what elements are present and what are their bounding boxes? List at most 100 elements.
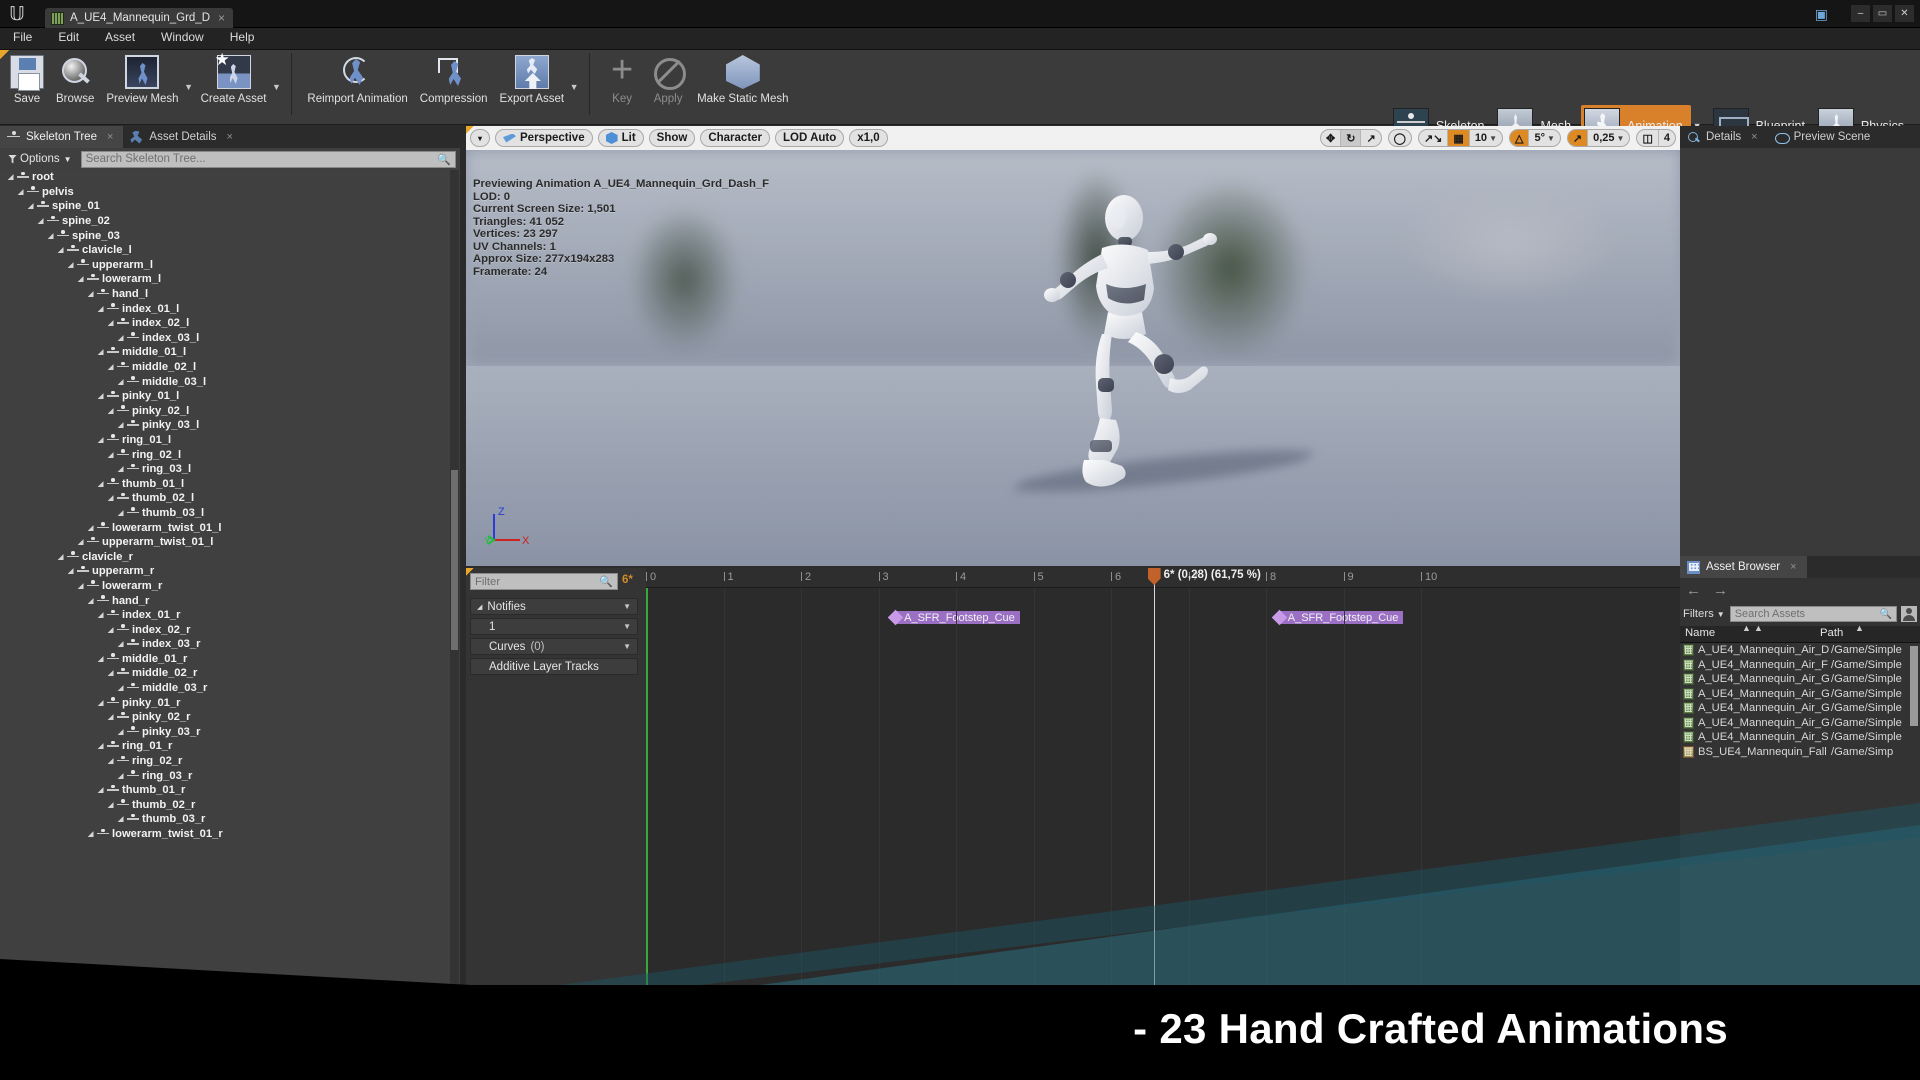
- chevron-down-icon[interactable]: ▼: [270, 82, 282, 92]
- chevron-down-icon[interactable]: ▼: [568, 82, 580, 92]
- make-static-mesh-button[interactable]: Make Static Mesh: [691, 53, 794, 107]
- playhead[interactable]: [1147, 568, 1161, 985]
- expand-triangle-icon[interactable]: ◢: [118, 772, 127, 780]
- playback-speed-button[interactable]: x1,0: [849, 129, 888, 147]
- expand-triangle-icon[interactable]: ◢: [108, 801, 117, 809]
- expand-triangle-icon[interactable]: ◢: [477, 603, 482, 611]
- back-icon[interactable]: ←: [1686, 582, 1701, 599]
- bone-row[interactable]: ◢ root: [0, 170, 450, 185]
- timeline-tracks-area[interactable]: 012345678910 A_SFR_Footstep_CueA_SFR_Foo…: [646, 568, 1680, 985]
- rotation-snap-icon[interactable]: △: [1509, 130, 1530, 146]
- expand-triangle-icon[interactable]: ◢: [88, 524, 97, 532]
- notify-marker[interactable]: A_SFR_Footstep_Cue: [887, 609, 1020, 626]
- asset-list-item[interactable]: A_UE4_Mannequin_Air_G/Game/Simple: [1680, 716, 1920, 731]
- scale-icon[interactable]: ↗: [1361, 130, 1380, 146]
- expand-triangle-icon[interactable]: ◢: [68, 261, 77, 269]
- search-skeleton-tree-input[interactable]: Search Skeleton Tree... 🔍: [80, 150, 456, 168]
- bone-row[interactable]: ◢ thumb_02_r: [0, 798, 450, 813]
- chevron-down-icon[interactable]: ▼: [623, 602, 631, 611]
- scale-snap-icon[interactable]: ↗: [1567, 130, 1589, 146]
- camera-speed-value[interactable]: 4: [1659, 130, 1675, 146]
- expand-triangle-icon[interactable]: ◢: [108, 669, 117, 677]
- menu-item-window[interactable]: Window: [148, 28, 217, 46]
- track-row-additive-layer-tracks[interactable]: Additive Layer Tracks: [470, 658, 638, 675]
- bone-row[interactable]: ◢ pinky_02_l: [0, 404, 450, 419]
- bone-row[interactable]: ◢ index_02_l: [0, 316, 450, 331]
- skeleton-bone-tree[interactable]: ◢ root ◢ pelvis ◢ spine_01 ◢ spine_02 ◢ spine_03 ◢…: [0, 170, 450, 985]
- expand-triangle-icon[interactable]: ◢: [78, 538, 87, 546]
- forward-icon[interactable]: →: [1713, 582, 1728, 599]
- track-row-1[interactable]: 1 ▼: [470, 618, 638, 635]
- bone-row[interactable]: ◢ middle_01_r: [0, 652, 450, 667]
- expand-triangle-icon[interactable]: ◢: [108, 494, 117, 502]
- camera-speed-icon[interactable]: ◫: [1637, 130, 1659, 146]
- column-header-path[interactable]: Path ▲: [1815, 623, 1920, 642]
- expand-triangle-icon[interactable]: ◢: [88, 290, 97, 298]
- expand-triangle-icon[interactable]: ◢: [118, 465, 127, 473]
- expand-triangle-icon[interactable]: ◢: [108, 626, 117, 634]
- show-menu-button[interactable]: Show: [648, 129, 696, 147]
- tab-skeleton-tree[interactable]: Skeleton Tree ×: [0, 126, 124, 148]
- expand-triangle-icon[interactable]: ◢: [118, 815, 127, 823]
- expand-triangle-icon[interactable]: ◢: [108, 363, 117, 371]
- expand-triangle-icon[interactable]: ◢: [118, 378, 127, 386]
- bone-row[interactable]: ◢ spine_01: [0, 199, 450, 214]
- bone-row[interactable]: ◢ index_03_l: [0, 331, 450, 346]
- unreal-logo-icon[interactable]: 𝕌: [6, 4, 28, 26]
- expand-triangle-icon[interactable]: ◢: [118, 509, 127, 517]
- expand-triangle-icon[interactable]: ◢: [108, 713, 117, 721]
- tab-asset-browser[interactable]: Asset Browser ×: [1680, 556, 1807, 578]
- chevron-down-icon[interactable]: ▼: [623, 642, 631, 651]
- tab-asset-details[interactable]: Asset Details ×: [123, 126, 243, 148]
- bone-row[interactable]: ◢ spine_02: [0, 214, 450, 229]
- export-asset-button[interactable]: Export Asset: [494, 53, 571, 107]
- rotate-icon[interactable]: ↻: [1341, 130, 1362, 146]
- filters-button[interactable]: Filters ▼: [1683, 608, 1725, 620]
- track-row-curves[interactable]: Curves (0) ▼: [470, 638, 638, 655]
- lit-mode-button[interactable]: Lit: [597, 129, 644, 147]
- menu-item-help[interactable]: Help: [217, 28, 268, 46]
- save-button[interactable]: Save: [4, 53, 50, 107]
- console-icon[interactable]: ▣: [1815, 6, 1828, 23]
- column-header-name[interactable]: Name ▲ ▲: [1680, 623, 1815, 642]
- minimize-button[interactable]: –: [1851, 5, 1870, 22]
- viewport-3d-scene[interactable]: Z X Y Previewing Animation A_UE4_Mannequ…: [466, 150, 1680, 566]
- bone-row[interactable]: ◢ pinky_03_l: [0, 418, 450, 433]
- asset-list-item[interactable]: A_UE4_Mannequin_Air_G/Game/Simple: [1680, 687, 1920, 702]
- bone-row[interactable]: ◢ index_01_l: [0, 301, 450, 316]
- asset-list-item[interactable]: A_UE4_Mannequin_Air_D/Game/Simple: [1680, 643, 1920, 658]
- expand-triangle-icon[interactable]: ◢: [18, 188, 27, 196]
- menu-item-asset[interactable]: Asset: [92, 28, 148, 46]
- bone-row[interactable]: ◢ pinky_02_r: [0, 710, 450, 725]
- bone-row[interactable]: ◢ ring_01_r: [0, 739, 450, 754]
- timeline-filter-input[interactable]: Filter 🔍: [470, 573, 618, 590]
- chevron-down-icon[interactable]: ▼: [623, 622, 631, 631]
- expand-triangle-icon[interactable]: ◢: [88, 830, 97, 838]
- expand-triangle-icon[interactable]: ◢: [48, 232, 57, 240]
- expand-triangle-icon[interactable]: ◢: [98, 348, 107, 356]
- translate-icon[interactable]: ✥: [1321, 130, 1342, 146]
- grid-snap-icon[interactable]: ▦: [1448, 130, 1470, 146]
- expand-triangle-icon[interactable]: ◢: [108, 757, 117, 765]
- expand-triangle-icon[interactable]: ◢: [98, 392, 107, 400]
- bone-row[interactable]: ◢ ring_03_l: [0, 462, 450, 477]
- viewport-menu-button[interactable]: ▾: [470, 129, 491, 147]
- preview-mesh-button[interactable]: Preview Mesh: [100, 53, 184, 107]
- lod-menu-button[interactable]: LOD Auto: [775, 129, 845, 147]
- asset-list-item[interactable]: BS_UE4_Mannequin_Fall/Game/Simp: [1680, 745, 1920, 760]
- bone-row[interactable]: ◢ index_02_r: [0, 622, 450, 637]
- expand-triangle-icon[interactable]: ◢: [108, 451, 117, 459]
- track-row-notifies[interactable]: ◢ Notifies ▼: [470, 598, 638, 615]
- bone-row[interactable]: ◢ pinky_01_r: [0, 695, 450, 710]
- bone-row[interactable]: ◢ index_01_r: [0, 608, 450, 623]
- scale-snap-value[interactable]: 0,25 ▼: [1588, 130, 1629, 146]
- menu-item-edit[interactable]: Edit: [45, 28, 92, 46]
- expand-triangle-icon[interactable]: ◢: [98, 786, 107, 794]
- bone-row[interactable]: ◢ pelvis: [0, 185, 450, 200]
- expand-triangle-icon[interactable]: ◢: [38, 217, 47, 225]
- bone-row[interactable]: ◢ upperarm_twist_01_l: [0, 535, 450, 550]
- expand-triangle-icon[interactable]: ◢: [58, 246, 67, 254]
- close-icon[interactable]: ×: [107, 131, 113, 143]
- expand-triangle-icon[interactable]: ◢: [118, 728, 127, 736]
- bone-row[interactable]: ◢ spine_03: [0, 228, 450, 243]
